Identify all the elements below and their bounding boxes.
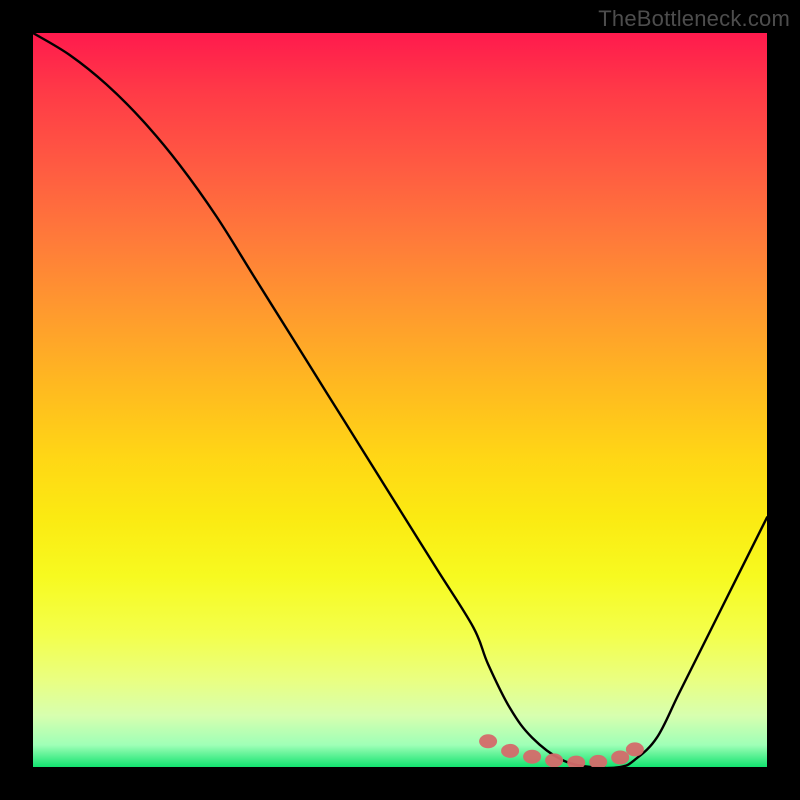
chart-stage: TheBottleneck.com: [0, 0, 800, 800]
gradient-background: [33, 33, 767, 767]
watermark-text: TheBottleneck.com: [598, 6, 790, 32]
chart-plot-area: [33, 33, 767, 767]
